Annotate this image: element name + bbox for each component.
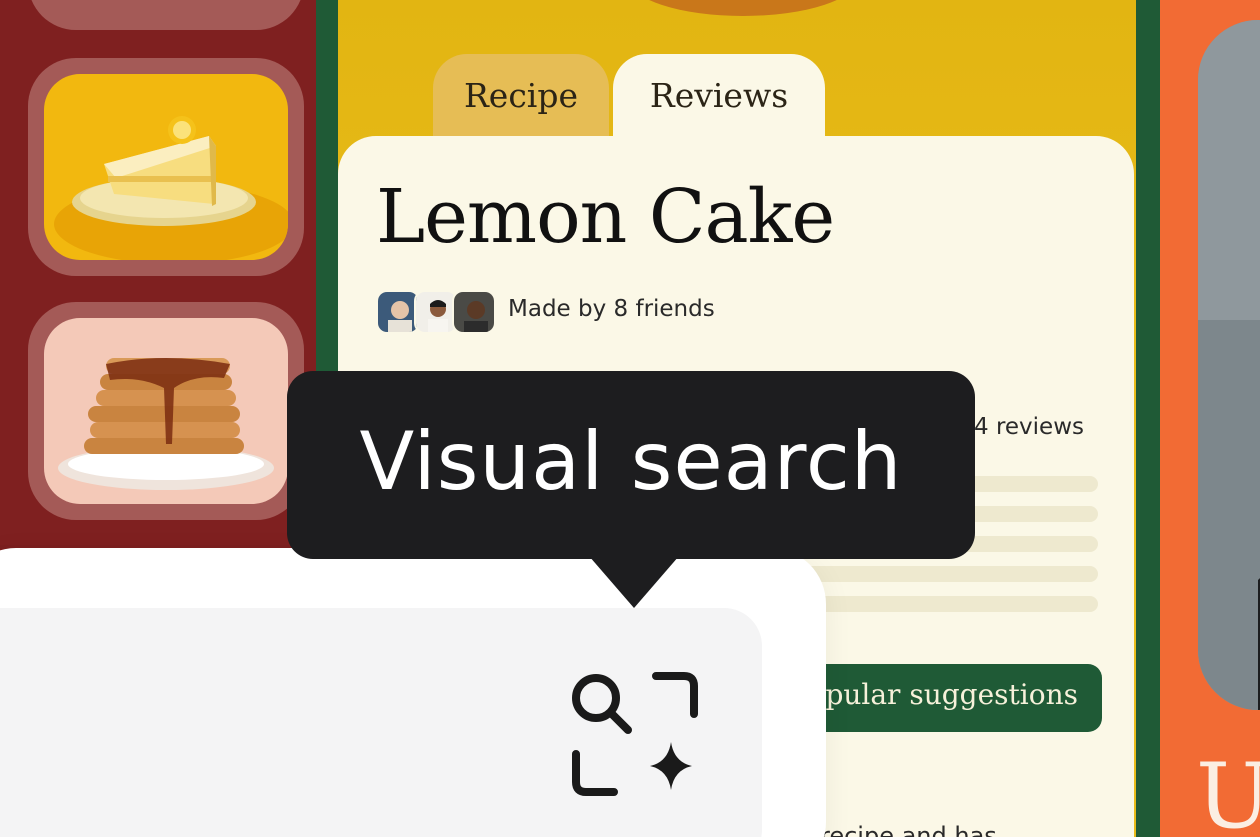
pancakes-image	[44, 318, 288, 504]
recipe-title: Lemon Cake	[376, 174, 835, 260]
tooltip-label: Visual search	[359, 414, 903, 508]
popular-suggestions-button[interactable]: pular suggestions	[778, 664, 1102, 732]
review-skeleton-line	[788, 566, 1098, 582]
tab-reviews[interactable]: Reviews	[613, 54, 825, 144]
visual-search-button[interactable]	[566, 666, 706, 806]
dish-image	[628, 0, 858, 16]
friends-avatars[interactable]	[376, 290, 496, 334]
popular-suggestions-label: pular suggestions	[825, 678, 1078, 711]
thumbnail-frame-top	[28, 0, 304, 30]
review-skeleton-line	[788, 596, 1098, 612]
avatar	[452, 290, 496, 334]
visual-search-tooltip: Visual search	[287, 371, 975, 559]
reviews-count[interactable]: 4 reviews	[974, 414, 1084, 440]
tab-recipe[interactable]: Recipe	[433, 54, 609, 144]
right-orange-panel: U	[1158, 0, 1260, 837]
made-by-label: Made by 8 friends	[508, 296, 715, 322]
tooltip-arrow	[589, 556, 679, 608]
left-thumbnail-column	[0, 0, 320, 545]
right-panel-letter: U	[1196, 744, 1260, 837]
recipe-body-text: recipe and has	[820, 822, 997, 837]
pancakes-thumbnail[interactable]	[28, 302, 304, 520]
portrait-photo	[1198, 20, 1260, 710]
lemon-cake-thumbnail[interactable]	[28, 58, 304, 276]
visual-search-icon	[572, 672, 698, 796]
lemon-cake-image	[44, 74, 288, 260]
